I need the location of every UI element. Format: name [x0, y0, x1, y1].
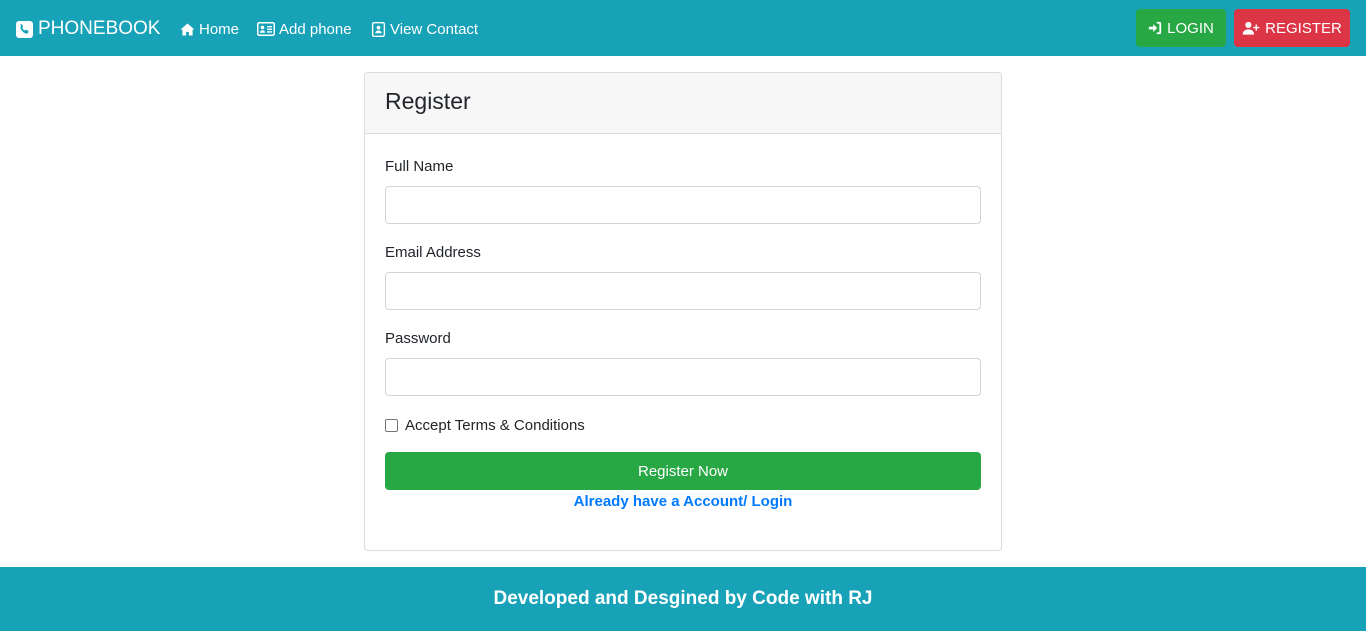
- nav-link-add-phone-label: Add phone: [279, 20, 352, 38]
- address-card-icon: [257, 22, 275, 36]
- nav-link-view-contact-label: View Contact: [390, 20, 479, 38]
- nav-link-view-contact[interactable]: View Contact: [371, 19, 478, 39]
- password-label: Password: [385, 330, 451, 347]
- terms-checkbox[interactable]: [385, 418, 398, 432]
- terms-label[interactable]: Accept Terms & Conditions: [405, 417, 585, 434]
- brand-label: PHONEBOOK: [38, 18, 161, 39]
- register-card: Register Full Name Email Address Passwor…: [364, 72, 1002, 551]
- terms-row: Accept Terms & Conditions: [385, 416, 585, 434]
- footer: Developed and Desgined by Code with RJ: [0, 567, 1366, 631]
- contact-book-icon: [371, 21, 386, 37]
- register-nav-button-label: REGISTER: [1265, 19, 1342, 37]
- brand[interactable]: PHONEBOOK: [16, 17, 160, 41]
- card-header: Register: [365, 73, 1001, 134]
- login-button[interactable]: LOGIN: [1136, 9, 1226, 47]
- home-icon: [180, 22, 195, 36]
- nav-link-add-phone[interactable]: Add phone: [257, 19, 352, 39]
- nav-link-home-label: Home: [199, 20, 240, 38]
- user-plus-icon: [1242, 21, 1260, 35]
- full-name-label: Full Name: [385, 158, 454, 175]
- login-button-label: LOGIN: [1167, 19, 1214, 37]
- phone-square-icon: [16, 20, 33, 38]
- email-input[interactable]: [385, 272, 981, 310]
- register-now-button[interactable]: Register Now: [385, 452, 981, 490]
- footer-text: Developed and Desgined by Code with RJ: [493, 588, 873, 609]
- navbar: PHONEBOOK Home Add phone View Contact LO…: [0, 0, 1366, 56]
- card-title: Register: [385, 88, 471, 114]
- full-name-input[interactable]: [385, 186, 981, 224]
- login-link[interactable]: Already have a Account/ Login: [365, 493, 1001, 510]
- register-nav-button[interactable]: REGISTER: [1234, 9, 1350, 47]
- sign-in-icon: [1149, 21, 1162, 35]
- email-label: Email Address: [385, 244, 481, 261]
- password-input[interactable]: [385, 358, 981, 396]
- nav-link-home[interactable]: Home: [180, 19, 239, 39]
